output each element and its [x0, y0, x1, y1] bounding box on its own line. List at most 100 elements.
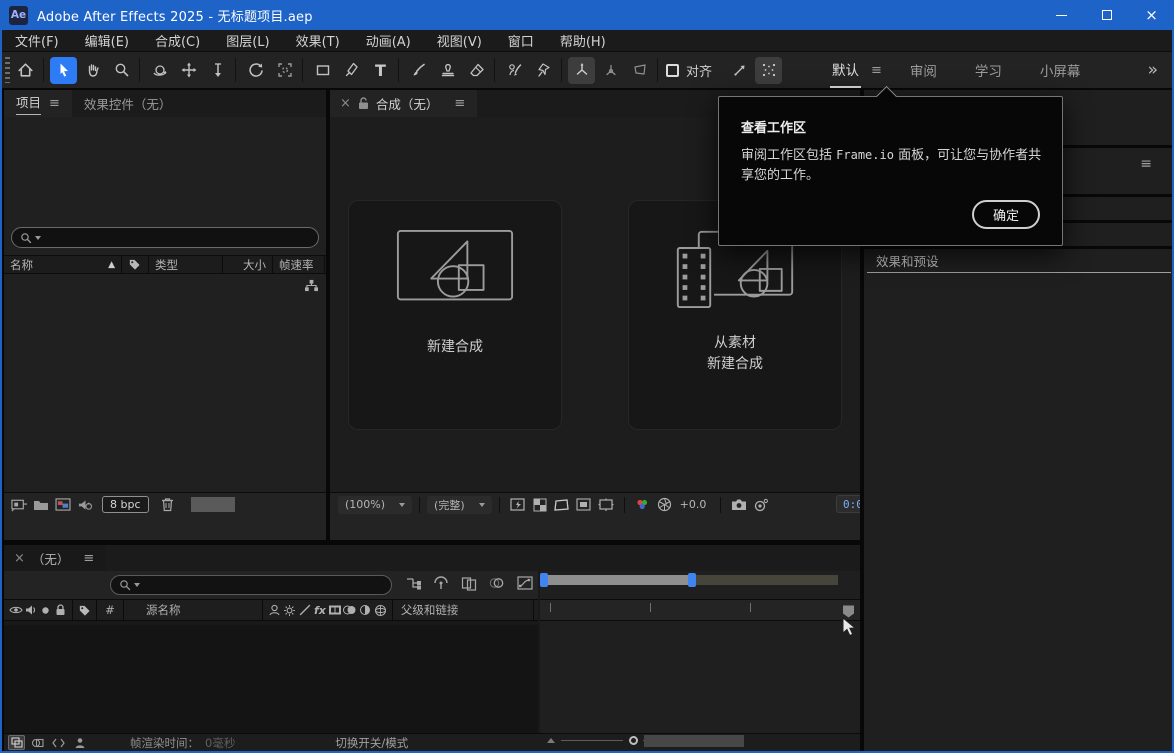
new-composition-card[interactable]: 新建合成 — [348, 200, 562, 430]
menu-animation[interactable]: 动画(A) — [353, 31, 424, 50]
motion-blur-button[interactable] — [486, 574, 508, 592]
work-area-start-handle[interactable] — [540, 573, 548, 587]
panel-menu-icon[interactable]: ≡ — [49, 96, 60, 111]
selection-tool[interactable] — [50, 57, 77, 84]
shy-switch-column[interactable] — [267, 602, 282, 618]
time-navigator-rest[interactable] — [696, 575, 838, 585]
lock-column[interactable] — [53, 602, 68, 618]
workspace-tab-learn[interactable]: 学习 — [973, 54, 1004, 87]
label-column[interactable] — [77, 602, 92, 618]
tab-project[interactable]: 项目 ≡ — [4, 90, 72, 117]
marquee-dots-button[interactable] — [755, 57, 782, 84]
workspace-tab-review[interactable]: 审阅 — [908, 54, 939, 87]
tab-timeline[interactable]: × （无） ≡ — [4, 545, 106, 572]
footer-scrollbar[interactable] — [191, 497, 235, 512]
workspace-overflow-button[interactable]: » — [1148, 60, 1158, 80]
render-settings-button[interactable] — [74, 496, 96, 514]
work-area-end-handle[interactable] — [688, 573, 696, 587]
effects-presets-header[interactable]: 效果和预设 — [864, 249, 1174, 272]
adjustment-switch-column[interactable] — [358, 602, 373, 618]
guides-button[interactable] — [573, 496, 595, 514]
menu-window[interactable]: 窗口 — [495, 31, 547, 50]
tab-close-icon[interactable]: × — [14, 551, 25, 566]
close-button[interactable]: × — [1129, 0, 1174, 30]
project-search-input[interactable] — [11, 227, 319, 248]
zoom-tool[interactable] — [108, 57, 135, 84]
bit-depth-button[interactable]: 8 bpc — [102, 496, 149, 513]
render-time-indicator-button[interactable] — [71, 735, 88, 750]
new-composition-button[interactable] — [52, 496, 74, 514]
take-snapshot-button[interactable] — [728, 496, 750, 514]
exposure-value[interactable]: +0.0 — [680, 498, 707, 511]
maximize-button[interactable] — [1084, 0, 1129, 30]
transparency-grid-button[interactable] — [529, 496, 551, 514]
menu-view[interactable]: 视图(V) — [424, 31, 495, 50]
toggle-layer-switches-button[interactable] — [8, 735, 25, 750]
toggle-transfer-controls-button[interactable] — [29, 735, 46, 750]
type-tool[interactable]: T — [367, 57, 394, 84]
project-flowchart-button[interactable] — [304, 279, 319, 292]
magnification-dropdown[interactable]: (100%) — [338, 496, 412, 514]
world-axis-mode-button[interactable] — [597, 57, 624, 84]
mini-flowchart-button[interactable] — [402, 574, 424, 592]
region-of-interest-button[interactable] — [595, 496, 617, 514]
view-axis-mode-button[interactable] — [626, 57, 653, 84]
menu-help[interactable]: 帮助(H) — [547, 31, 619, 50]
parent-link-column[interactable]: 父级和链接 — [401, 602, 459, 618]
pen-tool[interactable] — [338, 57, 365, 84]
workspace-tab-small-screen[interactable]: 小屏幕 — [1038, 54, 1083, 87]
camera-tool[interactable] — [271, 57, 298, 84]
panel-menu-icon[interactable]: ≡ — [83, 551, 94, 566]
audio-toggle-column[interactable] — [23, 602, 38, 618]
column-name[interactable]: 名称 ▲ — [4, 255, 122, 274]
menu-edit[interactable]: 编辑(E) — [72, 31, 142, 50]
toggle-switches-modes-button[interactable]: 切换开关/模式 — [335, 735, 408, 751]
interpret-footage-button[interactable] — [8, 496, 30, 514]
eraser-tool[interactable] — [463, 57, 490, 84]
menu-composition[interactable]: 合成(C) — [142, 31, 213, 50]
timecode-display[interactable]: 0:0 — [836, 495, 860, 513]
channel-settings-button[interactable] — [632, 496, 654, 514]
hand-tool[interactable] — [79, 57, 106, 84]
workspace-tab-default[interactable]: 默认 — [830, 53, 861, 88]
tab-effect-controls[interactable]: 效果控件（无） — [72, 90, 184, 117]
show-snapshot-button[interactable] — [750, 496, 772, 514]
timeline-track-area[interactable] — [540, 623, 860, 733]
resolution-dropdown[interactable]: (完整) — [427, 496, 492, 514]
video-toggle-column[interactable] — [8, 602, 23, 618]
quality-switch-column[interactable] — [297, 602, 312, 618]
orbit-camera-tool[interactable] — [146, 57, 173, 84]
menu-layer[interactable]: 图层(L) — [213, 31, 282, 50]
dolly-camera-tool[interactable] — [204, 57, 231, 84]
motion-blur-switch-column[interactable] — [343, 602, 358, 618]
timeline-horizontal-scrollbar[interactable] — [644, 735, 744, 747]
collapse-switch-column[interactable] — [282, 602, 297, 618]
new-folder-button[interactable] — [30, 496, 52, 514]
toolbar-grip-handle[interactable] — [5, 57, 10, 83]
source-name-column[interactable]: 源名称 — [146, 602, 258, 618]
unlock-icon[interactable] — [358, 97, 369, 110]
menu-file[interactable]: 文件(F) — [2, 31, 72, 50]
timeline-search-input[interactable] — [110, 575, 392, 595]
mask-visibility-button[interactable] — [551, 496, 573, 514]
panel-menu-icon[interactable]: ≡ — [454, 96, 465, 111]
column-frame-rate[interactable]: 帧速率 — [273, 255, 325, 274]
timeline-layer-area[interactable] — [4, 625, 538, 733]
panel-menu-icon[interactable]: ≡ — [1140, 156, 1152, 172]
delete-button[interactable] — [157, 496, 179, 514]
column-size[interactable]: 大小 — [223, 255, 273, 274]
toggle-in-out-button[interactable] — [50, 735, 67, 750]
column-type[interactable]: 类型 — [149, 255, 223, 274]
index-column[interactable]: # — [101, 603, 119, 617]
time-ruler[interactable] — [540, 599, 860, 621]
rectangle-tool[interactable] — [309, 57, 336, 84]
exposure-button[interactable] — [654, 496, 676, 514]
work-area-range[interactable] — [548, 575, 688, 585]
graph-editor-button[interactable] — [514, 574, 536, 592]
tab-composition[interactable]: × 合成（无） ≡ — [330, 90, 477, 117]
rotation-tool[interactable] — [242, 57, 269, 84]
tab-close-icon[interactable]: × — [340, 96, 351, 111]
ok-button[interactable]: 确定 — [972, 200, 1040, 229]
zoom-track[interactable] — [561, 740, 623, 741]
workspace-menu-icon[interactable]: ≡ — [871, 63, 882, 78]
